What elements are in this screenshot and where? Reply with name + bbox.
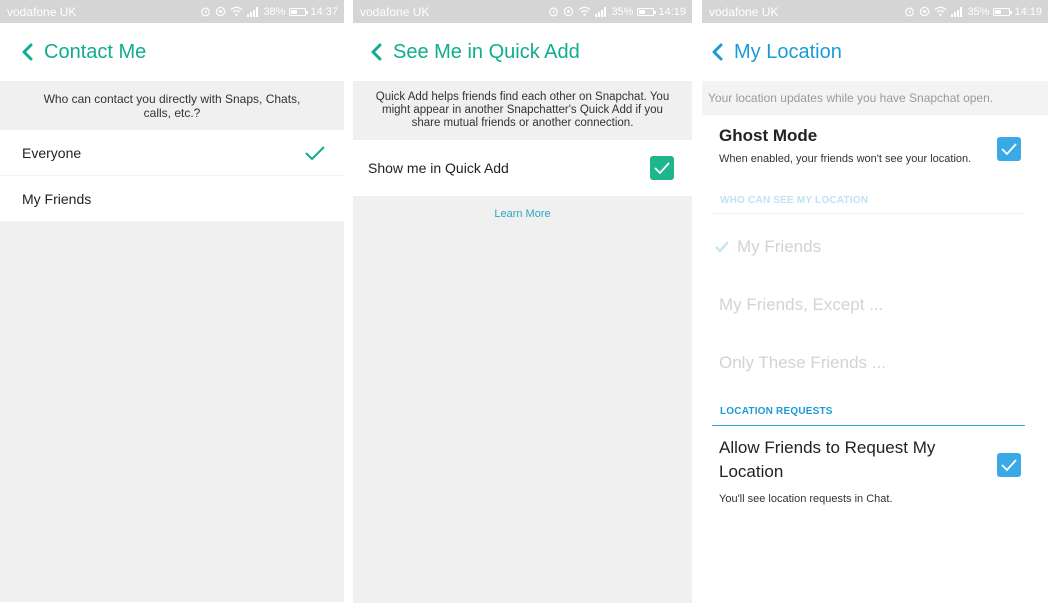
- status-bar: vodafone UK 38% 14:37: [0, 0, 344, 23]
- alarm-icon: [200, 6, 211, 17]
- learn-more-link[interactable]: Learn More: [353, 196, 692, 220]
- battery-icon: [993, 7, 1013, 16]
- signal-icon: [247, 6, 259, 17]
- status-bar: vodafone UK 35% 14:19: [353, 0, 692, 23]
- location-option-only-these[interactable]: Only These Friends ...: [702, 334, 1048, 392]
- toggle-label: Show me in Quick Add: [368, 160, 509, 176]
- wifi-icon: [230, 6, 243, 17]
- screen-header: Contact Me: [0, 23, 344, 81]
- checkbox-checked-icon[interactable]: [997, 453, 1021, 477]
- page-title: Contact Me: [44, 40, 147, 63]
- battery-icon: [289, 7, 309, 16]
- alarm-icon: [548, 6, 559, 17]
- screen-header: See Me in Quick Add: [353, 23, 692, 81]
- status-bar: vodafone UK 35% 14:19: [702, 0, 1048, 23]
- empty-area: [0, 222, 344, 602]
- battery-icon: [637, 7, 657, 16]
- my-location-screen: vodafone UK 35% 14:19 My Location Your l…: [702, 0, 1048, 603]
- description-area: Who can contact you directly with Snaps,…: [0, 81, 344, 130]
- chevron-left-icon[interactable]: [708, 42, 726, 62]
- page-title: My Location: [734, 40, 842, 63]
- carrier-label: vodafone UK: [709, 4, 779, 19]
- show-in-quick-add-row[interactable]: Show me in Quick Add: [353, 140, 692, 196]
- battery-percent: 35%: [967, 5, 990, 18]
- checkbox-checked-icon[interactable]: [997, 137, 1021, 161]
- option-label: My Friends: [22, 190, 92, 207]
- contact-me-screen: vodafone UK 38% 14:37 Contact Me Who can…: [0, 0, 344, 603]
- allow-requests-setting[interactable]: Allow Friends to Request My Location You…: [702, 436, 1048, 526]
- carrier-label: vodafone UK: [7, 4, 77, 19]
- clock-time: 14:19: [658, 5, 686, 18]
- status-icons: 35% 14:19: [548, 6, 686, 18]
- ghost-mode-setting[interactable]: Ghost Mode When enabled, your friends wo…: [702, 124, 1048, 188]
- option-label: Only These Friends ...: [719, 353, 886, 372]
- status-icons: 35% 14:19: [904, 6, 1042, 18]
- eye-comfort-icon: [215, 6, 226, 17]
- wifi-icon: [934, 6, 947, 17]
- option-label: Everyone: [22, 144, 82, 161]
- signal-icon: [951, 6, 963, 17]
- option-label: My Friends, Except ...: [719, 295, 884, 314]
- ghost-mode-description: When enabled, your friends won't see you…: [719, 153, 972, 165]
- status-icons: 38% 14:37: [200, 6, 338, 18]
- option-everyone[interactable]: Everyone: [0, 130, 344, 176]
- description-area: Quick Add helps friends find each other …: [353, 81, 692, 140]
- eye-comfort-icon: [919, 6, 930, 17]
- alarm-icon: [904, 6, 915, 17]
- option-label: My Friends: [737, 237, 822, 256]
- screen-header: My Location: [702, 23, 1048, 81]
- ghost-mode-title: Ghost Mode: [719, 126, 818, 145]
- checkbox-checked-icon[interactable]: [650, 156, 674, 180]
- chevron-left-icon[interactable]: [367, 42, 385, 62]
- page-title: See Me in Quick Add: [393, 40, 580, 63]
- quick-add-description: Quick Add helps friends find each other …: [375, 91, 670, 129]
- clock-time: 14:19: [1014, 5, 1042, 18]
- location-info-banner: Your location updates while you have Sna…: [702, 81, 1048, 115]
- contact-description: Who can contact you directly with Snaps,…: [43, 91, 301, 120]
- wifi-icon: [578, 6, 591, 17]
- battery-percent: 35%: [611, 5, 634, 18]
- location-option-my-friends[interactable]: My Friends: [702, 218, 1048, 276]
- footer-area: Learn More: [353, 196, 692, 603]
- carrier-label: vodafone UK: [360, 4, 430, 19]
- quick-add-screen: vodafone UK 35% 14:19 See Me in Quick Ad…: [353, 0, 692, 603]
- checkmark-icon: [714, 239, 730, 255]
- location-requests-section-header: LOCATION REQUESTS: [712, 398, 1025, 426]
- battery-percent: 38%: [263, 5, 286, 18]
- chevron-left-icon[interactable]: [18, 42, 36, 62]
- clock-time: 14:37: [310, 5, 338, 18]
- who-can-see-section-header: WHO CAN SEE MY LOCATION: [712, 188, 1025, 214]
- signal-icon: [595, 6, 607, 17]
- option-my-friends[interactable]: My Friends: [0, 176, 344, 222]
- location-option-friends-except[interactable]: My Friends, Except ...: [702, 276, 1048, 334]
- allow-requests-description: You'll see location requests in Chat.: [719, 493, 893, 505]
- allow-requests-title: Allow Friends to Request My Location: [719, 438, 936, 481]
- eye-comfort-icon: [563, 6, 574, 17]
- checkmark-icon: [304, 144, 326, 162]
